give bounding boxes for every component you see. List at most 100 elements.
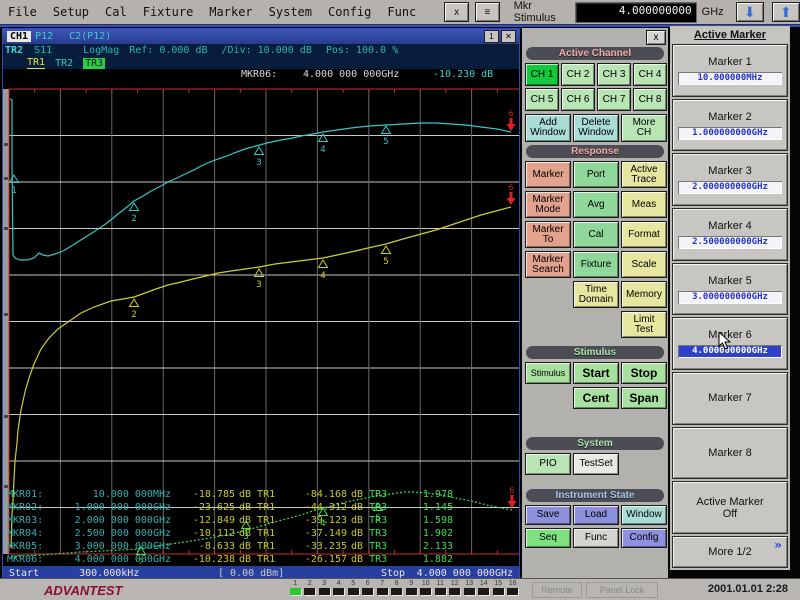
marker7-softkey[interactable]: Marker 7 [672, 372, 788, 425]
active-marker-title: Active Marker [671, 27, 789, 43]
menu-cal[interactable]: Cal [97, 3, 135, 21]
tr1-unit: dB TR1 [239, 502, 276, 513]
table-row: MKR06: 4.000 000 000GHz -10.238 dB TR1 -26.1… [7, 553, 507, 566]
led-indicator: 12 [448, 580, 463, 595]
config-button[interactable]: Config [621, 528, 667, 548]
limit-test-button[interactable]: Limit Test [621, 311, 667, 338]
menu-system[interactable]: System [261, 3, 320, 21]
window-button[interactable]: Window [621, 505, 667, 525]
marker-name: MKR03: [7, 515, 44, 526]
menu-panel-close-button[interactable]: x [646, 30, 666, 45]
list-icon[interactable]: ≡ [474, 2, 500, 22]
marker8-softkey[interactable]: Marker 8 [672, 426, 788, 480]
aux-value: 1.145 [422, 502, 453, 513]
cent-button[interactable]: Cent [573, 387, 619, 409]
window-number-button[interactable]: 1 [484, 30, 499, 43]
ch1-button[interactable]: CH 1 [525, 63, 559, 86]
aux-value: 2.133 [422, 541, 453, 552]
menu-config[interactable]: Config [320, 3, 379, 21]
marker5-value[interactable]: 3.000000000GHz [678, 290, 782, 304]
save-button[interactable]: Save [525, 505, 571, 525]
marker4-softkey[interactable]: Marker 4 2.500000000GHz [672, 208, 788, 261]
marker2-value[interactable]: 1.000000000GHz [678, 126, 782, 140]
aux-value: 1.978 [422, 489, 453, 500]
graticule-grid [9, 89, 523, 554]
aux-value: 1.882 [422, 554, 453, 565]
format-button[interactable]: Format [621, 221, 667, 248]
testset-button[interactable]: TestSet [573, 453, 619, 475]
more-ch-button[interactable]: More CH [621, 114, 667, 142]
marker4-value[interactable]: 2.500000000GHz [678, 235, 782, 249]
marker-down-button[interactable]: ⬇ [735, 2, 764, 22]
start-label: Start [9, 567, 40, 579]
tab-tr3[interactable]: TR3 [83, 57, 106, 69]
menu-setup[interactable]: Setup [45, 3, 97, 21]
span-button[interactable]: Span [621, 387, 667, 409]
delete-window-button[interactable]: Delete Window [573, 114, 619, 142]
tr3-value: -39.123 [304, 515, 347, 526]
marker1-softkey[interactable]: Marker 1 10.000000MHz [672, 44, 788, 97]
stop-button[interactable]: Stop [621, 362, 667, 384]
plot-left-strip [3, 89, 9, 554]
remote-indicator: Remote [532, 582, 582, 598]
marker3-value[interactable]: 2.000000000GHz [678, 181, 782, 195]
add-window-button[interactable]: Add Window [525, 114, 571, 142]
tr1-unit: dB TR1 [239, 528, 276, 539]
marker-button[interactable]: Marker [525, 161, 571, 188]
tab-tr1[interactable]: TR1 [27, 57, 46, 69]
scale-button[interactable]: Scale [621, 251, 667, 278]
window-close-icon[interactable]: ✕ [501, 30, 516, 43]
more-pages-icon: » [774, 538, 782, 553]
ch3-button[interactable]: CH 3 [597, 63, 631, 86]
marker-freq: 2.500 000 000GHz [74, 528, 171, 539]
cal-button[interactable]: Cal [573, 221, 619, 248]
menu-fixture[interactable]: Fixture [135, 3, 202, 21]
marker1-value[interactable]: 10.000000MHz [678, 71, 782, 85]
fixture-button[interactable]: Fixture [573, 251, 619, 278]
mkr-stimulus-input[interactable]: 4.000000000 [575, 1, 697, 23]
menu-file[interactable]: File [0, 3, 45, 21]
div-value: /Div: 10.000 dB [221, 45, 312, 56]
measurement-window: CH1 P12 C2(P12) 1 ✕ TR2 S11 LogMag Ref: … [2, 28, 524, 580]
ch2-button[interactable]: CH 2 [561, 63, 595, 86]
start-button[interactable]: Start [573, 362, 619, 384]
load-button[interactable]: Load [573, 505, 619, 525]
pio-button[interactable]: PIO [525, 453, 571, 475]
table-row: MKR01: 10.000 000MHz -18.785 dB TR1 -84.168 d… [7, 488, 507, 501]
ch4-button[interactable]: CH 4 [633, 63, 667, 86]
active-marker-off-softkey[interactable]: Active Marker Off [672, 481, 788, 535]
ch6-button[interactable]: CH 6 [561, 88, 595, 111]
marker5-softkey[interactable]: Marker 5 3.000000000GHz [672, 262, 788, 316]
active-marker-pins: 6 6 6 [506, 109, 517, 508]
ch8-button[interactable]: CH 8 [633, 88, 667, 111]
active-trace-button[interactable]: Active Trace [621, 161, 667, 188]
tr1-unit: dB TR1 [239, 515, 276, 526]
marker-mode-button[interactable]: Marker Mode [525, 191, 571, 218]
tab-tr2[interactable]: TR2 [55, 58, 73, 69]
window-titlebar[interactable]: CH1 P12 C2(P12) 1 ✕ [3, 29, 519, 44]
ch5-button[interactable]: CH 5 [525, 88, 559, 111]
seq-button[interactable]: Seq [525, 528, 571, 548]
mkr-stimulus-label: Mkr Stimulus [513, 0, 556, 24]
func-button[interactable]: Func [573, 528, 619, 548]
ch7-button[interactable]: CH 7 [597, 88, 631, 111]
marker-up-button[interactable]: ⬆ [771, 2, 800, 22]
table-row: MKR02: 1.000 000 000GHz -23.625 dB TR1 -44.3… [7, 501, 507, 514]
meas-button[interactable]: Meas [621, 191, 667, 218]
stop-label: Stop [381, 567, 406, 579]
marker-search-button[interactable]: Marker Search [525, 251, 571, 278]
off-label-line2: Off [722, 507, 738, 520]
port-button[interactable]: Port [573, 161, 619, 188]
memory-button[interactable]: Memory [621, 281, 667, 308]
menu-marker[interactable]: Marker [201, 3, 260, 21]
marker-to-button[interactable]: Marker To [525, 221, 571, 248]
marker3-softkey[interactable]: Marker 3 2.000000000GHz [672, 153, 788, 207]
tr1-unit: dB TR1 [239, 554, 276, 565]
time-domain-button[interactable]: Time Domain [573, 281, 619, 308]
more-softkey[interactable]: » More 1/2 [672, 536, 788, 569]
marker2-softkey[interactable]: Marker 2 1.000000000GHz [672, 98, 788, 152]
avg-button[interactable]: Avg [573, 191, 619, 218]
close-button[interactable]: x [444, 2, 469, 22]
menu-func[interactable]: Func [379, 3, 424, 21]
stimulus-button[interactable]: Stimulus [525, 362, 571, 384]
